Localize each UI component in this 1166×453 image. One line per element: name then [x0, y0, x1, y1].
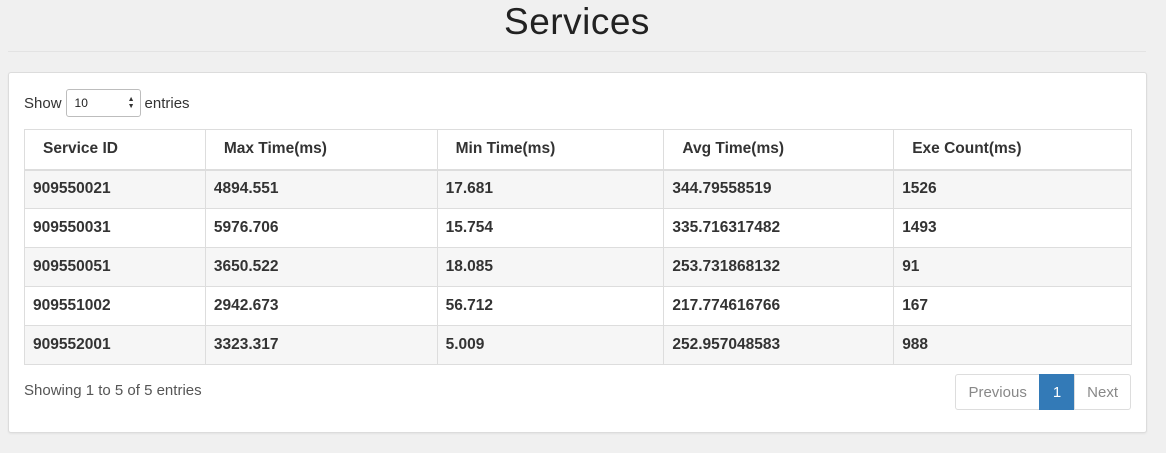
cell-exe-count: 1526 — [893, 169, 1132, 209]
services-table: Service ID Max Time(ms) Min Time(ms) Avg… — [24, 129, 1132, 365]
cell-exe-count: 91 — [893, 247, 1132, 287]
cell-max-time: 2942.673 — [204, 286, 438, 326]
cell-service-id: 909551002 — [24, 286, 206, 326]
table-info-text: Showing 1 to 5 of 5 entries — [24, 382, 202, 399]
page-title: Services — [504, 1, 650, 42]
cell-min-time: 56.712 — [436, 286, 665, 326]
column-header-service-id[interactable]: Service ID — [24, 129, 206, 171]
page-1-button[interactable]: 1 — [1038, 374, 1076, 410]
entries-per-page-value: 10 — [74, 96, 88, 110]
cell-service-id: 909550051 — [24, 247, 206, 287]
cell-max-time: 3650.522 — [204, 247, 438, 287]
cell-min-time: 18.085 — [436, 247, 665, 287]
cell-min-time: 17.681 — [436, 169, 665, 209]
cell-exe-count: 1493 — [893, 208, 1132, 248]
cell-min-time: 15.754 — [436, 208, 665, 248]
table-row: 909550031 5976.706 15.754 335.716317482 … — [24, 208, 1132, 248]
previous-page-button[interactable]: Previous — [955, 374, 1040, 410]
cell-max-time: 3323.317 — [204, 325, 438, 365]
cell-service-id: 909550031 — [24, 208, 206, 248]
column-header-max-time[interactable]: Max Time(ms) — [204, 129, 438, 171]
cell-exe-count: 167 — [893, 286, 1132, 326]
table-header-row: Service ID Max Time(ms) Min Time(ms) Avg… — [24, 129, 1132, 171]
cell-max-time: 4894.551 — [204, 169, 438, 209]
cell-min-time: 5.009 — [436, 325, 665, 365]
table-row: 909550051 3650.522 18.085 253.731868132 … — [24, 247, 1132, 287]
cell-service-id: 909552001 — [24, 325, 206, 365]
page-header: Services — [8, 0, 1146, 52]
cell-avg-time: 252.957048583 — [663, 325, 895, 365]
cell-avg-time: 253.731868132 — [663, 247, 895, 287]
cell-avg-time: 344.79558519 — [663, 169, 895, 209]
column-header-avg-time[interactable]: Avg Time(ms) — [663, 129, 895, 171]
show-label: Show — [24, 94, 62, 112]
up-down-arrows-icon: ▲ ▼ — [127, 96, 135, 110]
column-header-min-time[interactable]: Min Time(ms) — [436, 129, 665, 171]
cell-max-time: 5976.706 — [204, 208, 438, 248]
cell-exe-count: 988 — [893, 325, 1132, 365]
entries-per-page-select[interactable]: 10 ▲ ▼ — [65, 89, 141, 117]
cell-avg-time: 217.774616766 — [663, 286, 895, 326]
cell-service-id: 909550021 — [24, 169, 206, 209]
table-row: 909552001 3323.317 5.009 252.957048583 9… — [24, 325, 1132, 365]
services-panel: Show 10 ▲ ▼ entries Service ID Max Time(m… — [8, 72, 1147, 433]
cell-avg-time: 335.716317482 — [663, 208, 895, 248]
table-row: 909550021 4894.551 17.681 344.79558519 1… — [24, 169, 1132, 209]
pagination: Previous 1 Next — [955, 374, 1131, 410]
entries-label: entries — [144, 94, 190, 112]
next-page-button[interactable]: Next — [1074, 374, 1131, 410]
table-row: 909551002 2942.673 56.712 217.774616766 … — [24, 286, 1132, 326]
entries-length-control: Show 10 ▲ ▼ entries — [24, 89, 190, 117]
column-header-exe-count[interactable]: Exe Count(ms) — [893, 129, 1132, 171]
